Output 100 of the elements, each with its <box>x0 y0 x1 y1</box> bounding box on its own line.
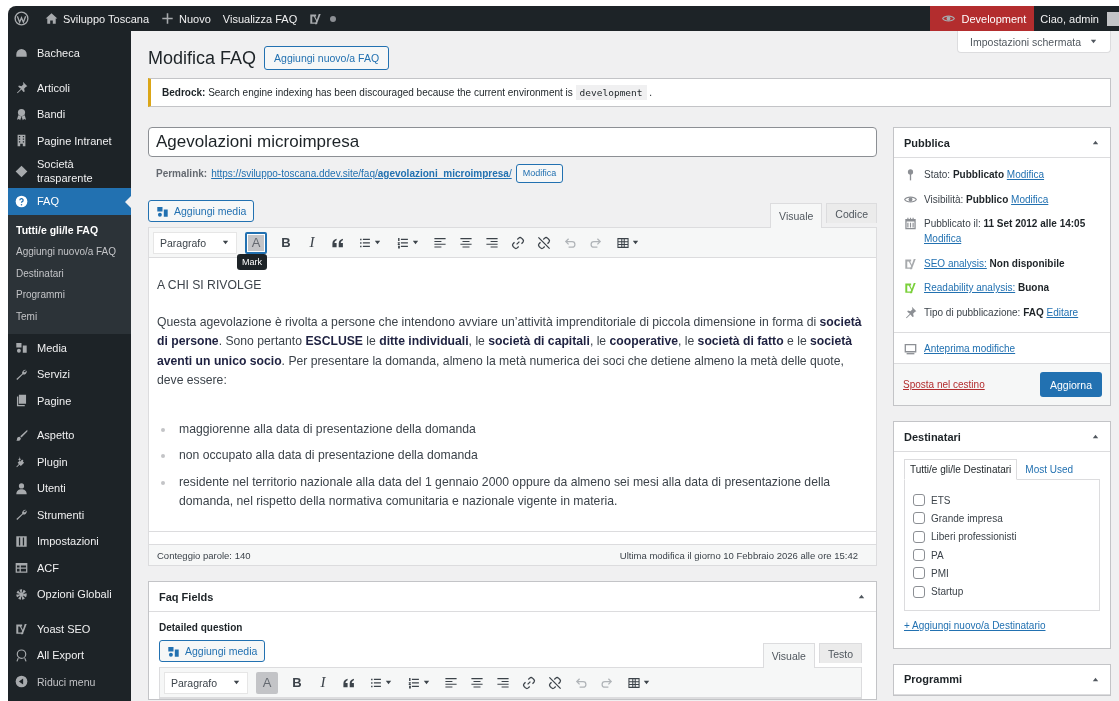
analysis-link[interactable]: SEO analysis: <box>924 257 987 269</box>
sidebar-item[interactable]: Pagine Intranet <box>8 127 131 154</box>
sidebar-item[interactable]: Riduci menu <box>8 668 131 695</box>
checkbox-label: Liberi professionisti <box>931 531 1017 543</box>
add-new-button[interactable]: Aggiungi nuovo/a FAQ <box>264 46 390 70</box>
collapse-icon <box>15 675 28 689</box>
align-center-icon <box>459 235 473 250</box>
screen-options-button[interactable]: Impostazioni schermata <box>957 31 1111 53</box>
editor-tab[interactable]: Testo <box>818 643 862 663</box>
submenu-item[interactable]: Programmi <box>8 284 131 306</box>
editor-tab[interactable]: Codice <box>826 203 877 223</box>
permalink-label: Permalink: <box>156 167 208 179</box>
y-logo-icon[interactable] <box>309 12 323 25</box>
caret-icon[interactable] <box>1091 138 1100 147</box>
checkbox-label: Grande impresa <box>931 512 1003 524</box>
sidebar-item[interactable]: Servizi <box>8 360 131 388</box>
sidebar-item[interactable]: Yoast SEO <box>8 615 131 642</box>
edit-permalink-button[interactable]: Modifica <box>515 163 564 183</box>
panel-title: Faq Fields <box>159 590 214 603</box>
status-text: Visibilità: Pubblico Modifica <box>924 192 1049 207</box>
checkbox[interactable] <box>913 585 925 598</box>
edit-link[interactable]: Modifica <box>924 233 962 244</box>
category-tab[interactable]: Tutti/e gli/le Destinatari <box>904 459 1018 480</box>
panel-title: Programmi <box>904 673 963 686</box>
status-text: Stato: Pubblicato Modifica <box>924 168 1045 182</box>
sidebar-item[interactable]: Media <box>8 334 131 361</box>
editor-tab[interactable]: Visuale <box>762 643 815 668</box>
site-link[interactable]: Sviluppo Toscana <box>39 6 156 31</box>
align-right-icon <box>496 675 510 690</box>
avatar-icon[interactable] <box>1107 11 1119 26</box>
checkbox-label: ETS <box>931 494 951 506</box>
list-item: non occupato alla data di presentazione della domanda <box>179 447 478 464</box>
media-icon <box>15 341 28 355</box>
plus-icon <box>161 12 175 25</box>
checkbox[interactable] <box>913 494 925 507</box>
submenu-item[interactable]: Temi <box>8 305 131 328</box>
building-icon <box>15 134 28 148</box>
add-media-button[interactable]: Aggiungi media <box>148 200 255 222</box>
link-icon <box>511 235 525 250</box>
media-icon <box>156 204 169 218</box>
sidebar-item[interactable]: Plugin <box>8 448 131 475</box>
monitor-icon <box>904 342 917 355</box>
analysis-link[interactable]: Readability analysis: <box>924 282 1016 293</box>
bullet-icon <box>161 480 165 485</box>
checkbox[interactable] <box>913 530 925 543</box>
sidebar-item[interactable]: Aspetto <box>8 421 131 449</box>
sidebar-item[interactable]: Bandi <box>8 101 131 128</box>
caret-icon[interactable] <box>857 592 866 601</box>
wrench-icon <box>15 508 28 522</box>
sidebar-item[interactable]: Bacheca <box>8 40 131 67</box>
submenu-item[interactable]: Tutti/e gli/le FAQ <box>8 219 131 242</box>
bold-button[interactable]: B <box>275 231 297 254</box>
update-button[interactable]: Aggiorna <box>1039 372 1102 397</box>
checkbox[interactable] <box>913 512 925 525</box>
account-link[interactable]: Ciao, admin <box>1034 6 1105 31</box>
sidebar-item[interactable]: ACF <box>8 554 131 581</box>
title-field[interactable]: Agevolazioni microimpresa <box>148 127 877 157</box>
preview-link[interactable]: Anteprima modifiche <box>924 342 1016 354</box>
sidebar-item[interactable]: Articoli <box>8 74 131 101</box>
last-edited: Ultima modifica il giorno 10 Febbraio 2026 alle ore 15:42 <box>619 549 858 561</box>
sidebar-item[interactable]: FAQ <box>8 188 131 215</box>
status-text: Readability analysis: Buona <box>924 281 1050 295</box>
edit-link[interactable]: Modifica <box>1006 169 1045 180</box>
format-dropdown[interactable]: Paragrafo <box>164 671 248 694</box>
media-icon <box>167 644 180 658</box>
sidebar-item[interactable]: Società trasparente <box>8 154 131 188</box>
new-link[interactable]: Nuovo <box>155 6 217 31</box>
sidebar-item[interactable]: Opzioni Globali <box>8 580 131 608</box>
view-link[interactable]: Visualizza FAQ <box>216 6 304 31</box>
wrench-icon <box>15 367 28 381</box>
format-dropdown[interactable]: Paragrafo <box>153 231 237 254</box>
environment-badge[interactable]: Development <box>930 6 1035 31</box>
checkbox[interactable] <box>913 549 925 562</box>
checkbox[interactable] <box>913 567 925 580</box>
logo-icon[interactable] <box>14 11 29 26</box>
category-tab[interactable]: Most Used <box>1019 459 1080 480</box>
sidebar-item[interactable]: Impostazioni <box>8 527 131 555</box>
trash-link[interactable]: Sposta nel cestino <box>903 379 985 390</box>
caret-icon <box>422 678 431 687</box>
caret-icon <box>1089 37 1098 46</box>
permalink-link[interactable]: https://sviluppo-toscana.ddev.site/faq/agevolazioni_microimpresa/ <box>211 167 512 179</box>
sidebar-item[interactable]: Strumenti <box>8 501 131 528</box>
status-dot-icon <box>328 13 339 24</box>
bullet-icon <box>161 454 165 458</box>
table-icon <box>15 561 28 575</box>
editor-tab[interactable]: Visuale <box>770 203 823 228</box>
unlink-icon <box>548 675 562 690</box>
italic-button[interactable]: I <box>312 671 334 694</box>
sidebar-item[interactable]: Utenti <box>8 474 131 502</box>
add-media-button[interactable]: Aggiungi media <box>159 640 266 662</box>
submenu-item[interactable]: Aggiungi nuovo/a FAQ <box>8 241 131 263</box>
bold-button[interactable]: B <box>286 671 308 694</box>
sidebar-item[interactable]: Pagine <box>8 387 131 414</box>
submenu-item[interactable]: Destinatari <box>8 262 131 285</box>
edit-link[interactable]: Modifica <box>1011 193 1049 205</box>
caret-icon[interactable] <box>1091 432 1100 441</box>
edit-link[interactable]: Editare <box>1046 306 1079 318</box>
italic-button[interactable]: I <box>301 231 323 254</box>
add-category-link[interactable]: + Aggiungi nuovo/a Destinatario <box>904 619 1046 631</box>
sidebar-item[interactable]: All Export <box>8 641 131 669</box>
